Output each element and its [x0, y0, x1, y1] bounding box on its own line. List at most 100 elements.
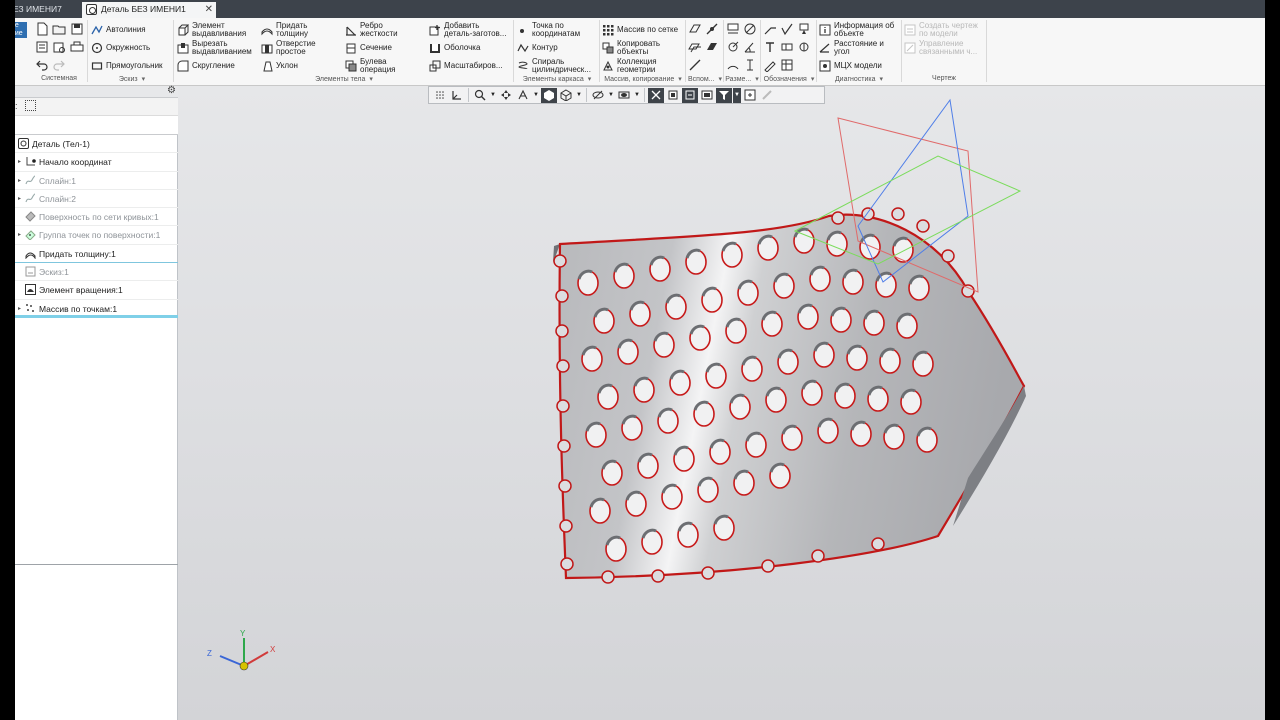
offset-plane-icon[interactable] [688, 40, 702, 54]
copy-objects-button[interactable]: Копировать объекты [602, 40, 660, 56]
weld-icon[interactable] [763, 58, 777, 72]
text-note-icon[interactable] [763, 40, 777, 54]
rotate-icon[interactable] [515, 88, 531, 103]
radial-dimension-icon[interactable] [726, 40, 740, 54]
zoom-icon[interactable] [472, 88, 488, 103]
tree-node[interactable]: Поверхность по сети кривых:1 [15, 208, 178, 227]
chevron-down-icon[interactable]: ▼ [607, 88, 615, 103]
angle-dimension-icon[interactable] [743, 40, 757, 54]
spiral-button[interactable]: Спираль цилиндрическ... [517, 58, 591, 74]
model-viewport[interactable]: Y X Z ▼ ▼ ▼ ▼ ▼ ▼ [178, 86, 1265, 720]
tree-node[interactable]: Элемент вращения:1 [15, 281, 178, 300]
chevron-down-icon[interactable]: ▼ [633, 88, 641, 103]
chevron-down-icon[interactable]: ▼ [733, 87, 741, 103]
tree-node[interactable]: Придать толщину:1 [15, 245, 178, 264]
scale-button[interactable]: Масштабиров... [429, 58, 503, 74]
print-preview-icon[interactable] [52, 40, 66, 54]
autoline-button[interactable]: Автолиния [91, 22, 146, 38]
perspective-icon[interactable] [665, 88, 681, 103]
section-button[interactable]: Сечение [345, 40, 392, 56]
start-menu-button[interactable]: ое ние [15, 22, 27, 38]
marking-icon[interactable] [797, 40, 811, 54]
chevron-down-icon[interactable]: ▾ [369, 76, 373, 83]
selection-icon[interactable] [742, 88, 758, 103]
highlight-icon[interactable] [682, 87, 698, 103]
draft-button[interactable]: Уклон [261, 58, 298, 74]
orientation-icon[interactable] [449, 88, 465, 103]
model-scene[interactable]: Y X Z [178, 86, 1265, 720]
chevron-down-icon[interactable]: ▾ [880, 76, 884, 83]
extrude-button[interactable]: Элемент выдавливания [177, 22, 246, 38]
linear-dimension-icon[interactable] [726, 22, 740, 36]
properties-icon[interactable] [35, 40, 49, 54]
tab-document-1[interactable]: Деталь БЕЗ ИМЕНИ1 ✕ [82, 2, 216, 18]
line-icon[interactable] [688, 58, 702, 72]
chevron-down-icon[interactable]: ▼ [575, 88, 583, 103]
leader-icon[interactable] [763, 22, 777, 36]
fillet-button[interactable]: Скругление [177, 58, 235, 74]
undo-icon[interactable] [35, 58, 49, 72]
object-info-button[interactable]: Информация об объекте [819, 22, 894, 38]
tree-node[interactable]: ▸ Сплайн:1 [15, 172, 178, 190]
grid-dots-icon[interactable] [432, 88, 448, 103]
distance-angle-button[interactable]: Расстояние и угол [819, 40, 884, 56]
filter-icon[interactable] [716, 87, 732, 103]
mass-properties-button[interactable]: МЦХ модели [819, 58, 882, 74]
base-icon[interactable] [797, 22, 811, 36]
geometry-collection-button[interactable]: Коллекция геометрии [602, 58, 657, 74]
create-drawing-button[interactable]: Создать чертеж по модели [904, 22, 978, 38]
chevron-down-icon[interactable]: ▼ [532, 88, 540, 103]
panel-divider[interactable] [15, 564, 178, 565]
height-dimension-icon[interactable] [743, 58, 757, 72]
pan-icon[interactable] [498, 88, 514, 103]
measure-icon[interactable] [759, 88, 775, 103]
chevron-down-icon[interactable]: ▾ [588, 76, 592, 83]
close-tab-icon[interactable]: ✕ [205, 2, 213, 17]
expand-arrow-icon[interactable]: ▸ [18, 172, 21, 190]
tree-node[interactable]: ▸ Начало координат [15, 153, 178, 172]
tree-node[interactable]: ▸ Массив по точкам:1 [15, 300, 178, 318]
table-icon[interactable] [780, 58, 794, 72]
grid-array-button[interactable]: Массив по сетке [602, 22, 678, 38]
circle-button[interactable]: Окружность [91, 40, 150, 56]
tree-display-icon[interactable] [25, 100, 36, 111]
roughness-icon[interactable] [780, 22, 794, 36]
wireframe-view-icon[interactable] [558, 88, 574, 103]
manage-links-button[interactable]: Управление связанными ч... [904, 40, 977, 56]
add-part-button[interactable]: Добавить деталь-заготов... [429, 22, 506, 38]
boolean-button[interactable]: Булева операция [345, 58, 396, 74]
print-icon[interactable] [70, 40, 84, 54]
tolerance-icon[interactable] [780, 40, 794, 54]
tree-search-input[interactable] [15, 116, 178, 135]
hide-icon[interactable] [590, 88, 606, 103]
perforated-plate[interactable] [553, 207, 1026, 584]
expand-arrow-icon[interactable]: ▸ [18, 190, 21, 208]
section-view-icon[interactable] [616, 88, 632, 103]
tree-node[interactable]: Эскиз:1 [15, 263, 178, 282]
snap-icon[interactable] [648, 87, 664, 103]
open-folder-icon[interactable] [52, 22, 66, 36]
cut-extrude-button[interactable]: Вырезать выдавливанием [177, 40, 252, 56]
thicken-button[interactable]: Придать толщину [261, 22, 308, 38]
redo-icon[interactable] [52, 58, 66, 72]
expand-arrow-icon[interactable]: ▸ [18, 226, 21, 244]
save-icon[interactable] [70, 22, 84, 36]
point-by-coords-button[interactable]: Точка по координатам [517, 22, 580, 38]
chevron-down-icon[interactable]: ▾ [811, 76, 815, 83]
contour-button[interactable]: Контур [517, 40, 558, 56]
chevron-down-icon[interactable]: ▼ [489, 88, 497, 103]
tree-filter-icon[interactable]: : [15, 101, 18, 111]
gear-icon[interactable]: ⚙ [167, 85, 176, 96]
expand-arrow-icon[interactable]: ▸ [18, 300, 21, 318]
diameter-dimension-icon[interactable] [743, 22, 757, 36]
new-file-icon[interactable] [35, 22, 49, 36]
arc-dimension-icon[interactable] [726, 58, 740, 72]
rectangle-button[interactable]: Прямоугольник [91, 58, 163, 74]
shell-button[interactable]: Оболочка [429, 40, 480, 56]
tree-node[interactable]: ▸ Сплайн:2 [15, 190, 178, 209]
axis-icon[interactable] [705, 22, 719, 36]
rib-button[interactable]: Ребро жесткости [345, 22, 398, 38]
chevron-down-icon[interactable]: ▾ [755, 76, 759, 83]
chevron-down-icon[interactable]: ▾ [142, 76, 146, 83]
sketch-plane-icon[interactable] [705, 40, 719, 54]
